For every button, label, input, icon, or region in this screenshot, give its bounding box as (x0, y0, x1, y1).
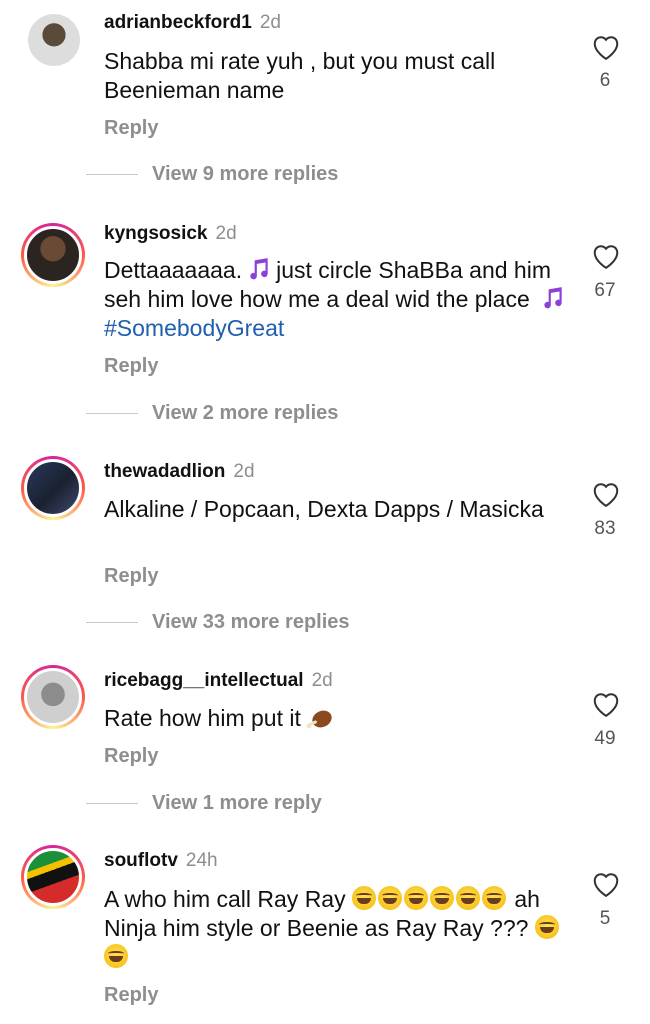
username-text[interactable]: kyngsosick (104, 223, 208, 244)
like-count: 67 (594, 280, 616, 301)
username-text[interactable]: thewadadlion (104, 461, 225, 482)
tears-of-joy-emoji (351, 886, 376, 910)
comment-text-part: A who him call Ray Ray (104, 886, 346, 912)
comment-username[interactable]: souflotv 24h (104, 850, 218, 872)
avatar[interactable] (21, 845, 85, 909)
avatar[interactable] (21, 665, 85, 729)
view-more-replies-button[interactable]: View 33 more replies (86, 611, 350, 634)
hashtag-link[interactable]: #SomebodyGreat (104, 315, 284, 341)
poultry-leg-emoji (305, 705, 335, 731)
comment-time: 2d (233, 461, 255, 482)
comment-text: A who him call Ray Ray ah Ninja him styl… (104, 885, 574, 972)
music-note-icon (539, 285, 567, 311)
like-count: 5 (599, 908, 611, 929)
like-count: 49 (594, 728, 616, 749)
comment-text: Rate how him put it (104, 704, 574, 733)
comment-text: Alkaline / Popcaan, Dexta Dapps / Masick… (104, 496, 544, 522)
view-more-replies-button[interactable]: View 2 more replies (86, 402, 338, 425)
divider-line (86, 622, 138, 623)
tears-of-joy-emoji (403, 886, 428, 910)
comment-time: 24h (185, 850, 218, 871)
username-text[interactable]: adrianbeckford1 (104, 12, 252, 33)
comment-time: 2d (311, 670, 333, 691)
comment-username[interactable]: kyngsosick 2d (104, 223, 237, 245)
view-more-label: View 1 more reply (152, 792, 322, 814)
like-count: 6 (599, 70, 611, 91)
comment-text: Dettaaaaaaa. just circle ShaBBa and him s… (104, 256, 574, 343)
heart-outline-icon[interactable] (591, 690, 621, 718)
view-more-label: View 2 more replies (152, 402, 339, 424)
avatar[interactable] (28, 14, 80, 66)
comment-username[interactable]: ricebagg__intellectual 2d (104, 670, 333, 692)
username-text[interactable]: ricebagg__intellectual (104, 670, 304, 691)
view-more-label: View 9 more replies (152, 163, 339, 185)
view-more-label: View 33 more replies (152, 611, 350, 633)
tears-of-joy-emoji (104, 944, 128, 968)
divider-line (86, 174, 138, 175)
reply-button[interactable]: Reply (104, 355, 158, 378)
reply-button[interactable]: Reply (104, 565, 158, 588)
comment-text: Shabba mi rate yuh , but you must call B… (104, 48, 496, 103)
username-text[interactable]: souflotv (104, 850, 178, 871)
tears-of-joy-emoji (455, 886, 480, 910)
tears-of-joy-emoji (377, 886, 402, 910)
heart-outline-icon[interactable] (591, 33, 621, 61)
tears-of-joy-emoji (534, 915, 559, 939)
heart-outline-icon[interactable] (591, 870, 621, 898)
like-count: 83 (594, 518, 616, 539)
tears-of-joy-emoji (429, 886, 454, 910)
comment-text-part: Dettaaaaaaa. (104, 257, 243, 283)
divider-line (86, 803, 138, 804)
divider-line (86, 413, 138, 414)
view-more-replies-button[interactable]: View 1 more reply (86, 792, 322, 815)
avatar[interactable] (21, 223, 85, 287)
heart-outline-icon[interactable] (591, 242, 621, 270)
tears-of-joy-emoji (481, 886, 506, 910)
heart-outline-icon[interactable] (591, 480, 621, 508)
reply-button[interactable]: Reply (104, 984, 158, 1007)
comment-time: 2d (259, 12, 281, 33)
reply-button[interactable]: Reply (104, 745, 158, 768)
comment-username[interactable]: adrianbeckford1 2d (104, 12, 281, 34)
avatar[interactable] (21, 456, 85, 520)
view-more-replies-button[interactable]: View 9 more replies (86, 163, 338, 186)
comment-time: 2d (215, 223, 237, 244)
comment-username[interactable]: thewadadlion 2d (104, 461, 255, 483)
music-note-icon (245, 256, 273, 282)
reply-button[interactable]: Reply (104, 117, 158, 140)
comment-text-part: Rate how him put it (104, 705, 301, 731)
